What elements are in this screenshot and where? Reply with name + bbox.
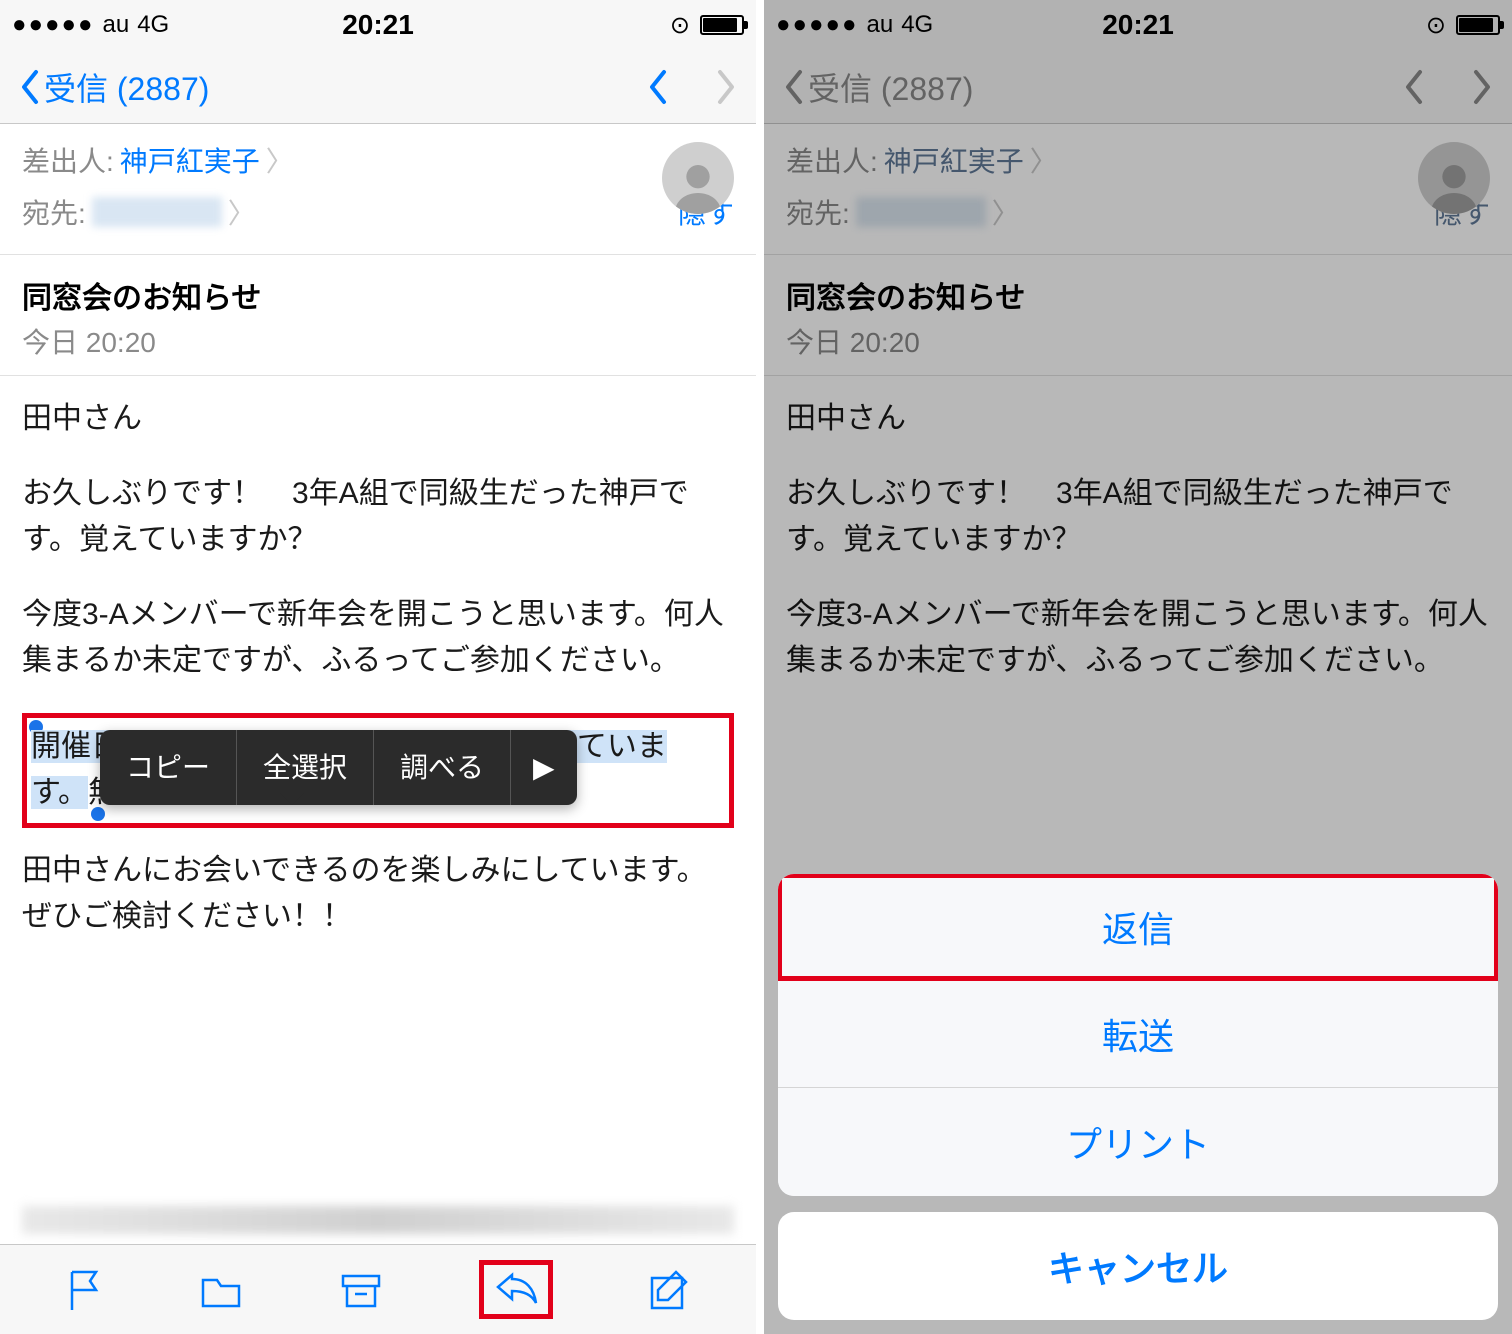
message-meta: 差出人: 神戸紅実子 〉 宛先: 〉 隠す — [764, 124, 1512, 255]
chevron-right-icon: 〉 — [992, 192, 1020, 232]
archive-button[interactable] — [339, 1270, 383, 1310]
nav-arrows — [646, 68, 738, 106]
clock: 20:21 — [342, 9, 414, 41]
body-p3: 今度3-Aメンバーで新年会を開こうと思います。何人集まるか未定ですが、ふるってご… — [786, 592, 1490, 685]
status-bar: ●●●●● au 4G 20:21 ⊙ — [764, 0, 1512, 50]
toolbar — [0, 1244, 756, 1334]
sheet-cancel-button[interactable]: キャンセル — [778, 1212, 1498, 1320]
back-button: 受信 (2887) — [782, 64, 973, 110]
rotation-lock-icon: ⊙ — [1426, 11, 1446, 40]
network: 4G — [137, 11, 169, 39]
compose-button[interactable] — [648, 1268, 692, 1312]
text-selection-popup: コピー 全選択 調べる ▶ — [100, 730, 577, 805]
back-button[interactable]: 受信 (2887) — [18, 64, 209, 110]
sheet-reply-button[interactable]: 返信 — [778, 874, 1498, 981]
to-row: 宛先: 〉 隠す — [786, 192, 1490, 232]
message-meta: 差出人: 神戸紅実子 〉 宛先: 〉 隠す — [0, 124, 756, 255]
from-label: 差出人: — [22, 140, 114, 180]
phone-left: ●●●●● au 4G 20:21 ⊙ 受信 (2887) 差出人: 神戸紅実子… — [0, 0, 756, 1334]
next-message-button — [1472, 68, 1494, 106]
flag-button[interactable] — [64, 1266, 104, 1314]
folder-button[interactable] — [199, 1270, 243, 1310]
body-p3: 今度3-Aメンバーで新年会を開こうと思います。何人集まるか未定ですが、ふるってご… — [22, 592, 734, 685]
network: 4G — [901, 11, 933, 39]
chevron-left-icon — [782, 68, 804, 106]
from-row[interactable]: 差出人: 神戸紅実子 〉 — [22, 140, 734, 180]
redacted-strip — [22, 1206, 734, 1234]
status-left: ●●●●● au 4G — [776, 11, 933, 39]
from-row: 差出人: 神戸紅実子 〉 — [786, 140, 1490, 180]
signal-dots-icon: ●●●●● — [776, 11, 858, 39]
phone-right: ●●●●● au 4G 20:21 ⊙ 受信 (2887) 差出人: 神戸紅実子… — [756, 0, 1512, 1334]
carrier: au — [102, 11, 129, 39]
next-message-button — [716, 68, 738, 106]
from-value: 神戸紅実子 — [884, 140, 1024, 180]
back-label: 受信 (2887) — [44, 64, 209, 110]
status-right: ⊙ — [1426, 11, 1500, 40]
signal-dots-icon: ●●●●● — [12, 11, 94, 39]
to-label: 宛先: — [786, 192, 850, 232]
status-bar: ●●●●● au 4G 20:21 ⊙ — [0, 0, 756, 50]
body-p2: お久しぶりです！ 3年A組で同級生だった神戸です。覚えていますか？ — [786, 471, 1490, 564]
subject-block: 同窓会のお知らせ 今日 20:20 — [0, 255, 756, 376]
nav-arrows — [1402, 68, 1494, 106]
battery-icon — [700, 15, 744, 35]
from-label: 差出人: — [786, 140, 878, 180]
date: 今日 20:20 — [786, 321, 1490, 361]
to-value-redacted — [92, 197, 222, 227]
prev-message-button[interactable] — [646, 68, 668, 106]
person-icon — [1426, 158, 1482, 214]
chevron-right-icon: 〉 — [228, 192, 256, 232]
subject: 同窓会のお知らせ — [786, 273, 1490, 317]
body-p1: 田中さん — [22, 396, 734, 443]
from-value: 神戸紅実子 — [120, 140, 260, 180]
to-label: 宛先: — [22, 192, 86, 232]
sheet-forward-button[interactable]: 転送 — [778, 980, 1498, 1088]
selection-handle-end[interactable] — [91, 807, 105, 821]
prev-message-button — [1402, 68, 1424, 106]
popup-more[interactable]: ▶ — [511, 730, 577, 805]
avatar — [1418, 142, 1490, 214]
avatar[interactable] — [662, 142, 734, 214]
action-sheet: 返信 転送 プリント キャンセル — [764, 874, 1512, 1334]
chevron-left-icon — [18, 68, 40, 106]
action-sheet-group: 返信 転送 プリント — [778, 874, 1498, 1196]
status-right: ⊙ — [670, 11, 744, 40]
body-p2: お久しぶりです！ 3年A組で同級生だった神戸です。覚えていますか？ — [22, 471, 734, 564]
popup-copy[interactable]: コピー — [100, 730, 237, 805]
popup-lookup[interactable]: 調べる — [374, 730, 511, 805]
subject-block: 同窓会のお知らせ 今日 20:20 — [764, 255, 1512, 376]
battery-icon — [1456, 15, 1500, 35]
body-p5: 田中さんにお会いできるのを楽しみにしています。ぜひご検討ください！！ — [22, 848, 734, 941]
to-row[interactable]: 宛先: 〉 隠す — [22, 192, 734, 232]
carrier: au — [866, 11, 893, 39]
status-left: ●●●●● au 4G — [12, 11, 169, 39]
chevron-right-icon: 〉 — [1030, 140, 1058, 180]
reply-button-highlight — [479, 1260, 553, 1319]
sheet-print-button[interactable]: プリント — [778, 1088, 1498, 1196]
back-label: 受信 (2887) — [808, 64, 973, 110]
subject: 同窓会のお知らせ — [22, 273, 734, 317]
body-p1: 田中さん — [786, 396, 1490, 443]
to-value-redacted — [856, 197, 986, 227]
nav-bar: 受信 (2887) — [0, 50, 756, 124]
reply-button[interactable] — [492, 1267, 540, 1307]
message-body[interactable]: 田中さん お久しぶりです！ 3年A組で同級生だった神戸です。覚えていますか？ 今… — [0, 376, 756, 1206]
chevron-right-icon: 〉 — [266, 140, 294, 180]
popup-select-all[interactable]: 全選択 — [237, 730, 374, 805]
nav-bar: 受信 (2887) — [764, 50, 1512, 124]
person-icon — [670, 158, 726, 214]
rotation-lock-icon: ⊙ — [670, 11, 690, 40]
clock: 20:21 — [1102, 9, 1174, 41]
date: 今日 20:20 — [22, 321, 734, 361]
selected-text-line2: す。 — [31, 776, 88, 809]
